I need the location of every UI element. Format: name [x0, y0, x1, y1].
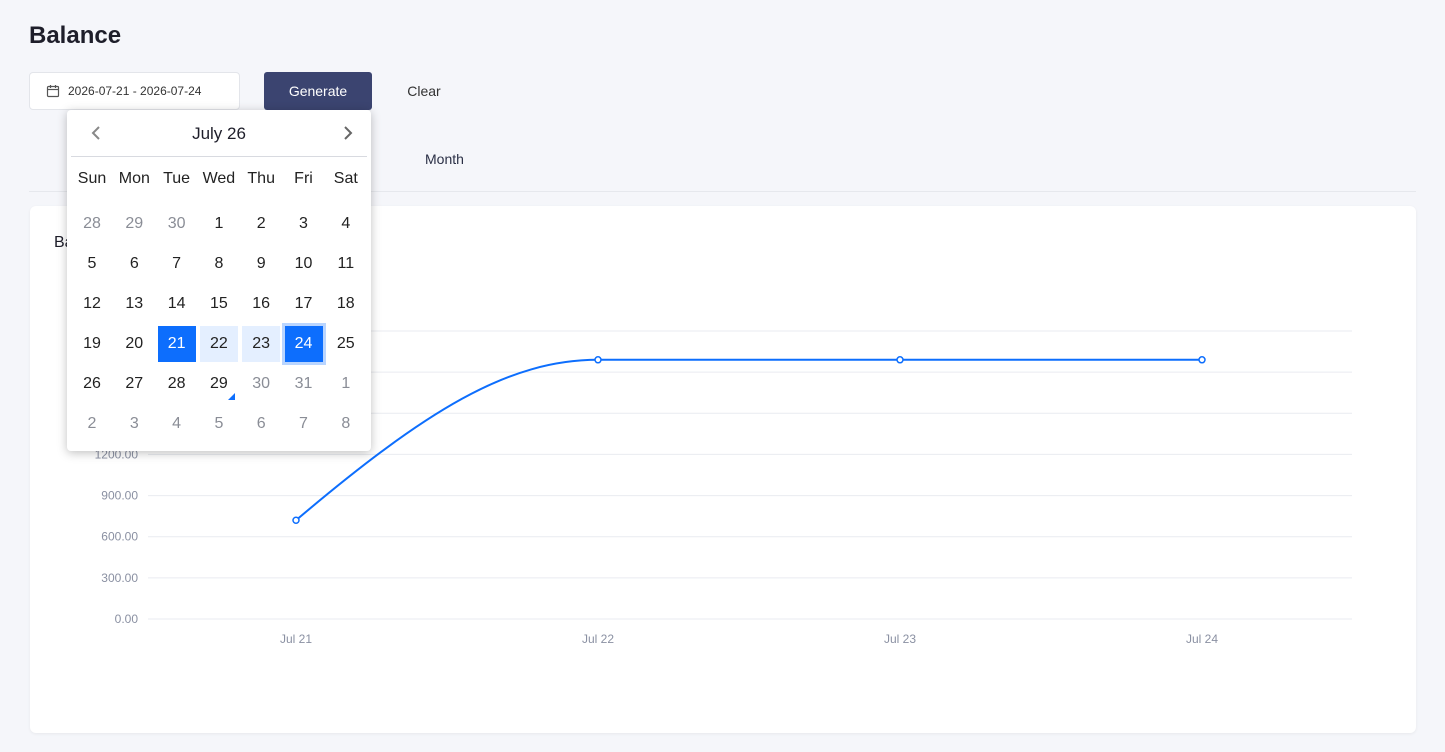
x-tick-label: Jul 21	[280, 632, 312, 646]
data-point[interactable]	[292, 516, 300, 525]
calendar-day[interactable]: 26	[73, 366, 111, 402]
calendar-day[interactable]: 10	[285, 246, 323, 282]
calendar-day[interactable]: 2	[242, 206, 280, 242]
calendar-day[interactable]: 8	[200, 246, 238, 282]
calendar-day[interactable]: 5	[73, 246, 111, 282]
calendar-day[interactable]: 27	[115, 366, 153, 402]
calendar-day[interactable]: 11	[327, 246, 365, 282]
calendar-day[interactable]: 31	[285, 366, 323, 402]
weekday-label: Tue	[163, 170, 191, 187]
x-tick-label: Jul 22	[582, 632, 614, 646]
calendar-day[interactable]: 24	[281, 323, 326, 365]
calendar-day[interactable]: 9	[242, 246, 280, 282]
calendar-day[interactable]: 16	[242, 286, 280, 322]
calendar-day[interactable]: 13	[115, 286, 153, 322]
calendar-month-label: July 26	[192, 124, 246, 143]
calendar-day[interactable]: 28	[158, 366, 196, 402]
weekday-label: Wed	[202, 170, 236, 187]
weekday-label: Mon	[118, 170, 150, 187]
calendar-day[interactable]: 18	[327, 286, 365, 322]
y-tick-label: 600.00	[101, 530, 138, 544]
data-point[interactable]	[1198, 356, 1206, 364]
date-picker-popup: July 26 Sun Mon Tue Wed Thu Fri Sat 28 29 30 1 2 3 4 5…	[67, 110, 371, 451]
weekday-label: Sat	[333, 170, 358, 187]
calendar-day[interactable]: 2	[73, 406, 111, 442]
series-line	[295, 358, 1202, 522]
calendar-day[interactable]: 30	[242, 366, 280, 402]
chevron-right-icon[interactable]	[339, 124, 357, 142]
calendar-day[interactable]: 7	[158, 246, 196, 282]
calendar-day[interactable]: 1	[327, 366, 365, 402]
page-title: Balance	[29, 22, 122, 49]
x-tick-label: Jul 23	[884, 632, 916, 646]
date-range-value: 2026-07-21 - 2026-07-24	[68, 84, 202, 98]
calendar-day[interactable]: 15	[200, 286, 238, 322]
today-marker	[227, 393, 235, 400]
weekday-label: Thu	[247, 170, 275, 187]
calendar-day[interactable]: 3	[115, 406, 153, 442]
generate-button[interactable]: Generate	[264, 72, 372, 110]
data-point[interactable]	[896, 356, 904, 364]
weekday-label: Fri	[294, 170, 313, 187]
calendar-day[interactable]: 30	[158, 206, 196, 242]
calendar-day[interactable]: 21	[157, 326, 196, 362]
calendar-day[interactable]: 4	[158, 406, 196, 442]
calendar-day[interactable]: 1	[200, 206, 238, 242]
calendar-day[interactable]: 14	[158, 286, 196, 322]
calendar-header: July 26	[71, 110, 367, 157]
calendar-day[interactable]: 28	[73, 206, 111, 242]
calendar-day[interactable]: 8	[327, 406, 365, 442]
y-tick-label: 900.00	[101, 489, 138, 503]
calendar-day[interactable]: 3	[285, 206, 323, 242]
calendar-day[interactable]: 17	[285, 286, 323, 322]
calendar-day[interactable]: 5	[200, 406, 238, 442]
calendar-day[interactable]: 22	[199, 326, 238, 362]
calendar-day[interactable]: 29	[200, 366, 238, 402]
data-point[interactable]	[594, 356, 602, 364]
y-tick-label: 300.00	[101, 571, 138, 585]
calendar-day[interactable]: 6	[115, 246, 153, 282]
clear-button[interactable]: Clear	[393, 72, 455, 110]
calendar-day[interactable]: 4	[327, 206, 365, 242]
calendar-icon	[46, 84, 60, 98]
calendar-day[interactable]: 6	[242, 406, 280, 442]
calendar-day[interactable]: 20	[115, 326, 153, 362]
calendar-day[interactable]: 29	[115, 206, 153, 242]
tab-month[interactable]: Month	[425, 151, 464, 167]
x-tick-label: Jul 24	[1186, 632, 1218, 646]
calendar-day[interactable]: 23	[242, 326, 281, 362]
calendar-day[interactable]: 25	[327, 326, 365, 362]
calendar-day[interactable]: 19	[73, 326, 111, 362]
date-range-input[interactable]: 2026-07-21 - 2026-07-24	[29, 72, 240, 110]
y-tick-label: 0.00	[115, 612, 139, 626]
weekday-label: Sun	[77, 170, 107, 187]
calendar-day[interactable]: 12	[73, 286, 111, 322]
calendar-day[interactable]: 7	[285, 406, 323, 442]
